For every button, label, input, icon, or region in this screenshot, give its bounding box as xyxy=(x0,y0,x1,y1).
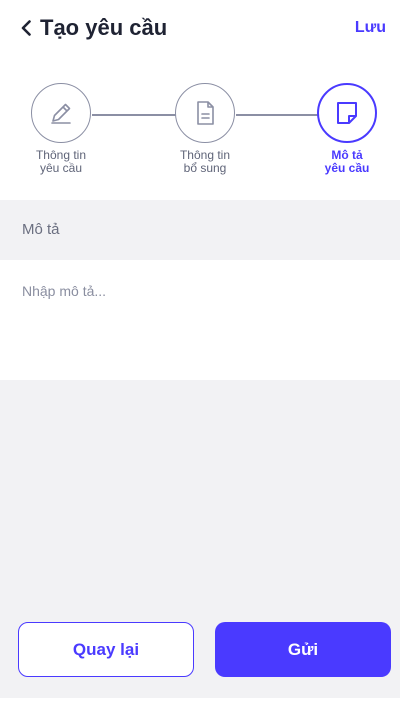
step-description[interactable]: Mô tả yêu cầu xyxy=(297,80,397,175)
step-additional[interactable]: Thông tin bổ sung xyxy=(155,80,255,175)
step-info[interactable]: Thông tin yêu cầu xyxy=(11,80,111,175)
step-label: Thông tin bổ sung xyxy=(179,148,231,175)
back-button[interactable]: Tạo yêu cầu xyxy=(20,14,167,42)
pencil-icon xyxy=(51,103,71,124)
section-title: Mô tả xyxy=(22,221,60,238)
save-button[interactable]: Lưu xyxy=(355,19,386,37)
step-circle xyxy=(31,83,91,143)
submit-button[interactable]: Gửi xyxy=(215,622,391,677)
step-label: Mô tả yêu cầu xyxy=(324,148,370,175)
go-back-button[interactable]: Quay lại xyxy=(18,622,194,677)
page-title: Tạo yêu cầu xyxy=(40,15,168,40)
document-icon xyxy=(197,101,214,125)
progress-stepper: Thông tin yêu cầu Thông tin bổ sung Mô t… xyxy=(0,80,400,190)
step-circle xyxy=(175,83,235,143)
description-input[interactable] xyxy=(0,260,400,380)
description-container xyxy=(0,260,400,380)
app-header: Tạo yêu cầu Lưu xyxy=(0,0,400,60)
step-label: Thông tin yêu cầu xyxy=(35,148,87,175)
step-circle-active xyxy=(317,83,377,143)
chevron-left-icon xyxy=(21,20,31,36)
sticky-note-icon xyxy=(337,102,357,124)
section-header: Mô tả xyxy=(0,200,400,260)
